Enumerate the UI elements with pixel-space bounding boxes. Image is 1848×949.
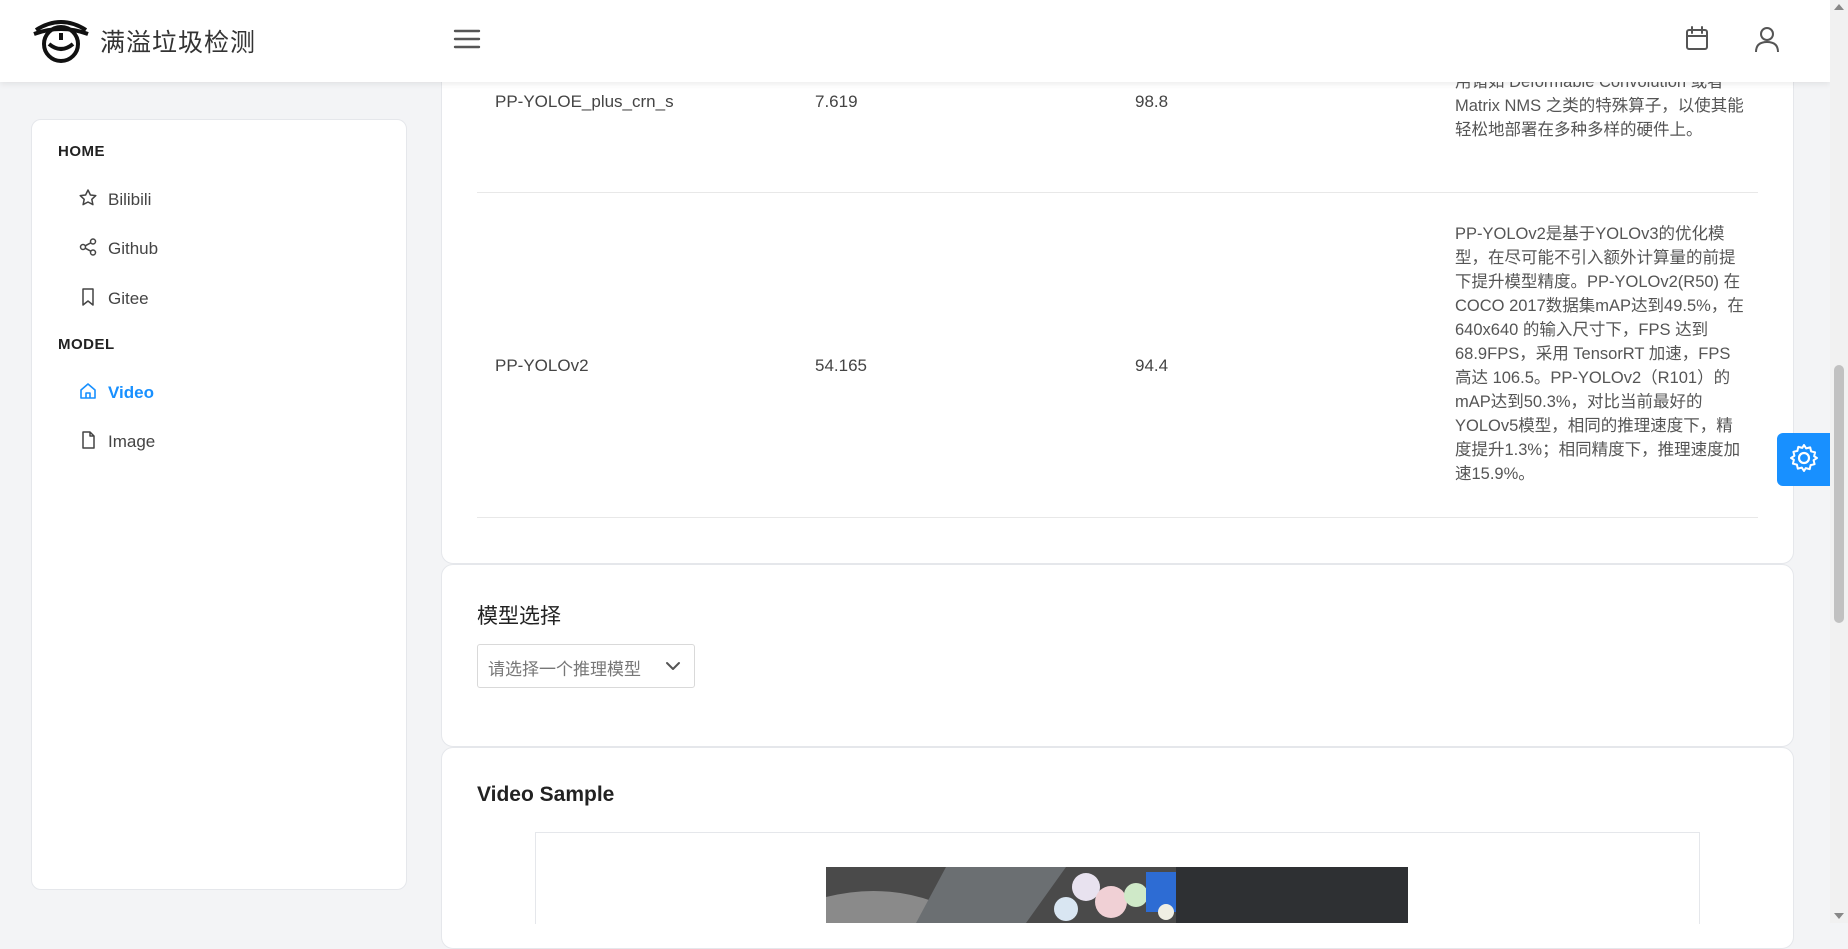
settings-button[interactable] bbox=[1777, 433, 1830, 486]
sidebar-item-label: Video bbox=[108, 383, 154, 402]
model-select-title: 模型选择 bbox=[477, 605, 561, 628]
model-accuracy: 98.8 bbox=[1135, 92, 1169, 111]
brand[interactable]: 满溢垃圾检测 bbox=[32, 14, 256, 68]
calendar-button[interactable] bbox=[1680, 22, 1714, 56]
video-sample-title: Video Sample bbox=[477, 783, 615, 806]
menu-toggle-button[interactable] bbox=[452, 24, 482, 54]
menu-icon bbox=[452, 29, 482, 58]
sidebar-section-model: MODEL bbox=[58, 336, 115, 353]
model-name: PP-YOLOE_plus_crn_s bbox=[495, 92, 674, 111]
gear-icon bbox=[1786, 440, 1822, 480]
file-icon bbox=[78, 430, 98, 454]
select-placeholder: 请选择一个推理模型 bbox=[488, 660, 641, 679]
model-select-dropdown[interactable]: 请选择一个推理模型 bbox=[477, 644, 695, 688]
sidebar-item-label: Image bbox=[108, 432, 156, 451]
video-player[interactable] bbox=[826, 867, 1408, 923]
user-icon bbox=[1750, 27, 1784, 60]
model-description: PP-YOLOv2是基于YOLOv3的优化模型，在尽可能不引入额外计算量的前提下… bbox=[1455, 225, 1744, 483]
model-name: PP-YOLOv2 bbox=[495, 356, 589, 375]
share-icon bbox=[78, 237, 98, 261]
model-accuracy: 94.4 bbox=[1135, 356, 1169, 375]
scroll-up-arrow[interactable] bbox=[1834, 4, 1844, 10]
sidebar-item-github[interactable]: Github bbox=[78, 234, 158, 264]
calendar-icon bbox=[1680, 26, 1714, 60]
sidebar-item-video[interactable]: Video bbox=[78, 378, 154, 408]
scroll-down-arrow[interactable] bbox=[1834, 913, 1844, 919]
app-title: 满溢垃圾检测 bbox=[100, 28, 257, 57]
sidebar: HOME Bilibili Github Gitee MODEL Video I… bbox=[31, 119, 407, 890]
model-size: 54.165 bbox=[815, 356, 867, 375]
user-button[interactable] bbox=[1750, 22, 1784, 56]
home-icon bbox=[78, 381, 98, 405]
top-header: 满溢垃圾检测 bbox=[0, 0, 1830, 82]
model-size: 7.619 bbox=[815, 92, 858, 111]
sidebar-item-label: Gitee bbox=[108, 289, 149, 308]
logo-icon bbox=[32, 14, 90, 68]
scrollbar-thumb[interactable] bbox=[1834, 365, 1844, 623]
sidebar-item-label: Bilibili bbox=[108, 190, 152, 209]
sidebar-item-label: Github bbox=[108, 239, 159, 258]
star-icon bbox=[78, 188, 98, 212]
sidebar-section-home: HOME bbox=[58, 143, 105, 160]
page-scrollbar[interactable] bbox=[1830, 0, 1848, 923]
bookmark-icon bbox=[78, 287, 98, 311]
video-frame-image bbox=[826, 867, 1408, 923]
sidebar-item-image[interactable]: Image bbox=[78, 427, 155, 457]
sidebar-item-gitee[interactable]: Gitee bbox=[78, 284, 149, 314]
sidebar-item-bilibili[interactable]: Bilibili bbox=[78, 185, 151, 215]
